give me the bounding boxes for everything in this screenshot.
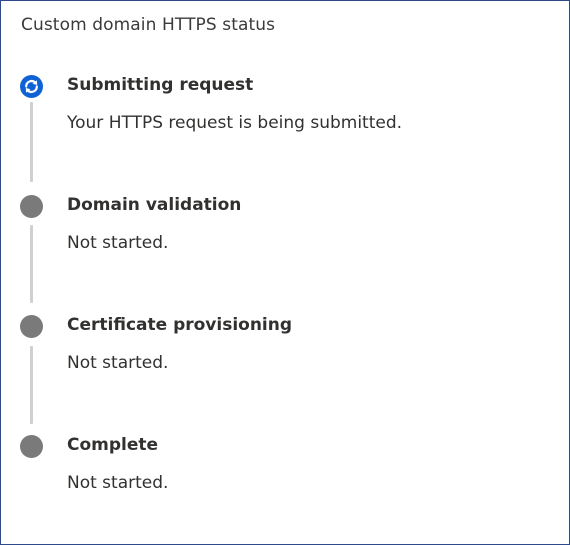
https-status-panel: Custom domain HTTPS status Submitting re… bbox=[0, 0, 570, 545]
circle-icon bbox=[20, 315, 43, 338]
step-title: Complete bbox=[67, 435, 159, 455]
step-connector bbox=[30, 346, 33, 424]
step-connector bbox=[30, 225, 33, 303]
sync-icon bbox=[20, 75, 43, 98]
step-description: Not started. bbox=[67, 473, 169, 493]
step-title: Submitting request bbox=[67, 75, 254, 95]
circle-icon bbox=[20, 195, 43, 218]
step-connector bbox=[30, 102, 33, 182]
step-title: Certificate provisioning bbox=[67, 315, 293, 335]
step-description: Not started. bbox=[67, 353, 169, 373]
step-title: Domain validation bbox=[67, 195, 242, 215]
circle-icon bbox=[20, 435, 43, 458]
step-description: Not started. bbox=[67, 233, 169, 253]
panel-title: Custom domain HTTPS status bbox=[21, 15, 276, 35]
step-description: Your HTTPS request is being submitted. bbox=[67, 113, 403, 133]
